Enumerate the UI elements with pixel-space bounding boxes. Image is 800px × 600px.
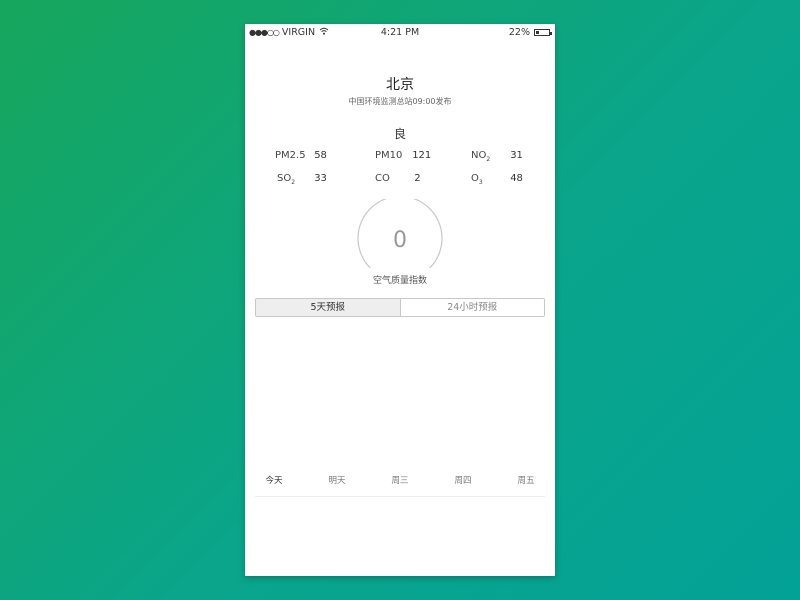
pollutant-label-subscript: 3: [478, 179, 483, 186]
aqi-label: 空气质量指数: [372, 276, 427, 286]
pollutant-label: PM2.5: [275, 150, 306, 161]
pollutant-label-subscript: 2: [486, 156, 491, 163]
forecast-day-wednesday[interactable]: 周三: [391, 474, 408, 486]
pollutant-value: 31: [510, 150, 523, 161]
pollutant-co: CO 2: [375, 173, 421, 184]
air-quality-level: 良: [393, 127, 406, 141]
pollutant-value: 58: [314, 150, 327, 161]
data-source-note: 中国环境监测总站09:00发布: [348, 97, 452, 106]
forecast-day-today[interactable]: 今天: [265, 474, 282, 486]
phone-screen: ●●●○○ VIRGIN 4:21 PM 22% 北京 中国环境监测总站09:0…: [245, 24, 555, 576]
aqi-gauge: 0 空气质量指数: [245, 199, 555, 289]
pollutant-label-subscript: 2: [291, 179, 296, 186]
forecast-divider: [255, 496, 545, 497]
pollutant-value: 2: [414, 173, 421, 184]
aqi-value: 0: [393, 228, 407, 253]
pollutant-label-text: NO: [471, 150, 487, 161]
pollutant-label-text: O: [471, 173, 479, 184]
battery-percent: 22%: [508, 27, 530, 38]
city-name[interactable]: 北京: [245, 74, 555, 94]
pollutant-label: CO: [375, 173, 390, 184]
pollutant-pm10: PM10 121: [375, 150, 431, 161]
battery-icon: [534, 29, 552, 36]
pollutant-label: SO2: [277, 173, 311, 186]
pollutant-value: 121: [412, 150, 432, 161]
pollutant-no2: NO2 31: [471, 150, 523, 163]
pollutant-pm25: PM2.5 58: [275, 150, 327, 161]
pollutant-label: O3: [471, 173, 507, 186]
pollutant-o3: O3 48: [471, 173, 523, 186]
forecast-tabs: 5天预报 24小时预报: [255, 298, 545, 317]
forecast-day-friday[interactable]: 周五: [517, 474, 534, 486]
pollutant-value: 33: [314, 173, 327, 184]
status-bar: ●●●○○ VIRGIN 4:21 PM 22%: [245, 24, 555, 40]
pollutant-so2: SO2 33: [277, 173, 327, 186]
pollutant-label: PM10: [375, 150, 403, 161]
battery-status: 22%: [508, 27, 552, 38]
forecast-day-thursday[interactable]: 周四: [454, 474, 471, 486]
tab-hourly-forecast[interactable]: 24小时预报: [401, 299, 545, 316]
pollutant-value: 48: [510, 173, 523, 184]
forecast-day-row: 今天 明天 周三 周四 周五: [245, 474, 555, 488]
pollutant-label: NO2: [471, 150, 507, 163]
forecast-day-tomorrow[interactable]: 明天: [328, 474, 345, 486]
tab-five-day-forecast[interactable]: 5天预报: [256, 299, 401, 316]
pollutant-label-text: SO: [277, 173, 292, 184]
